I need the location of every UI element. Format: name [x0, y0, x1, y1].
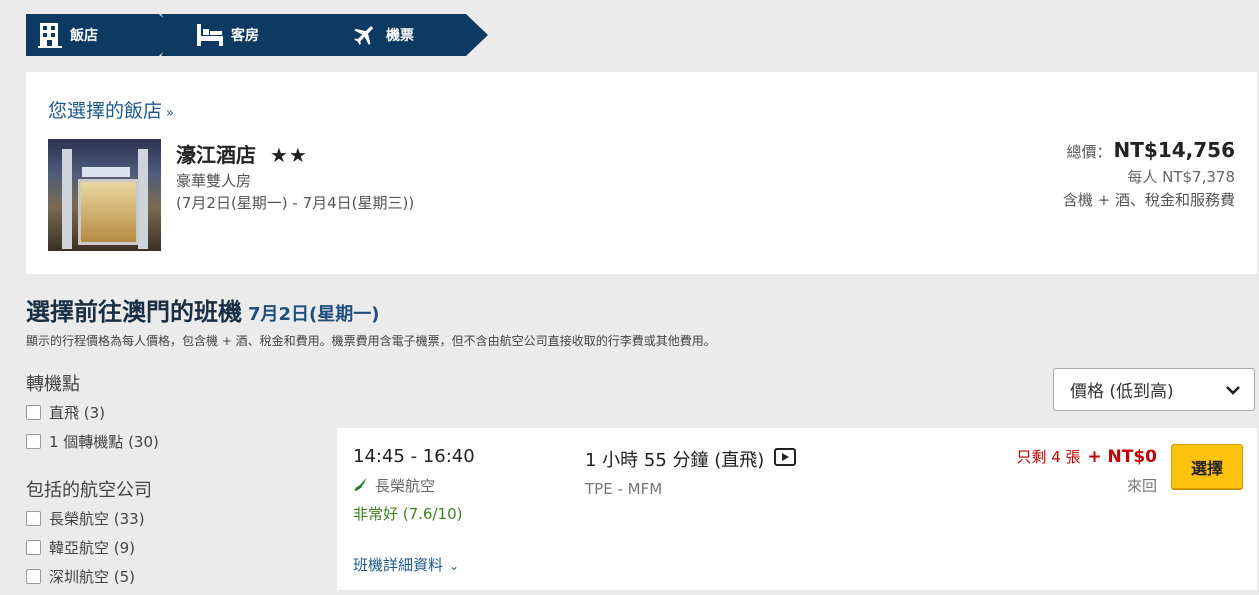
flight-details-label: 班機詳細資料 [353, 556, 444, 574]
flight-price: 只剩 4 張 + NT$0 來回 [1016, 446, 1157, 496]
step-hotel[interactable]: 飯店 [26, 14, 181, 56]
step-room[interactable]: 客房 [161, 14, 341, 56]
filter-airline-asiana[interactable]: 韓亞航空 (9) [26, 537, 135, 558]
hotel-price-summary: 總價： NT$14,756 每人 NT$7,378 含機 + 酒、稅金和服務費 [1063, 138, 1235, 210]
airline-name: 長榮航空 [375, 477, 436, 495]
flight-duration: 1 小時 55 分鐘 (直飛) [585, 446, 797, 472]
filter-nonstop-label: 直飛 (3) [49, 404, 106, 422]
selected-hotel-toggle[interactable]: 您選擇的飯店» [48, 96, 174, 123]
airlines-filter-heading: 包括的航空公司 [26, 480, 152, 501]
step-flight[interactable]: 機票 [318, 14, 488, 56]
section-date: 7月2日(星期一) [248, 304, 380, 325]
filter-airline-shenzhen-label: 深圳航空 (5) [49, 568, 136, 586]
chevron-down-icon: ⌄ [449, 559, 460, 573]
hotel-photo [48, 139, 161, 251]
video-icon[interactable] [774, 447, 797, 471]
duration-text: 1 小時 55 分鐘 (直飛) [585, 450, 765, 471]
flight-details-link[interactable]: 班機詳細資料 ⌄ [353, 554, 459, 575]
bed-icon [197, 24, 223, 46]
filter-airline-shenzhen[interactable]: 深圳航空 (5) [26, 566, 135, 587]
page-title: 選擇前往澳門的班機 7月2日(星期一) [26, 292, 380, 327]
per-person-price: 每人 NT$7,378 [1127, 168, 1235, 186]
select-flight-button[interactable]: 選擇 [1171, 444, 1243, 489]
filter-airline-eva-label: 長榮航空 (33) [49, 510, 145, 528]
checkbox[interactable] [26, 405, 41, 420]
price-note: 顯示的行程價格為每人價格，包含機 + 酒、稅金和費用。機票費用含電子機票，但不含… [26, 334, 716, 348]
airplane-icon [352, 22, 378, 48]
star-rating: ★★ [270, 143, 308, 167]
double-chevron-down-icon: » [166, 106, 174, 121]
stops-filter-heading: 轉機點 [26, 374, 80, 395]
step-flight-label: 機票 [386, 28, 414, 44]
step-room-label: 客房 [231, 28, 259, 44]
price-delta: + NT$0 [1087, 447, 1157, 467]
airline-logo-icon [353, 476, 369, 496]
hotel-name: 濠江酒店 ★★ [176, 139, 308, 168]
sort-select[interactable]: 價格 (低到高) [1053, 368, 1255, 411]
total-label: 總價： [1066, 143, 1112, 161]
selected-hotel-heading: 您選擇的飯店 [48, 100, 163, 122]
room-type: 豪華雙人房 [176, 172, 252, 190]
flight-price-line: 只剩 4 張 + NT$0 [1016, 446, 1157, 467]
sort-selected-value: 價格 (低到高) [1070, 382, 1174, 402]
stay-dates: (7月2日(星期一) - 7月4日(星期三)) [176, 194, 415, 212]
building-icon [38, 22, 62, 48]
checkbox[interactable] [26, 540, 41, 555]
flight-rating: 非常好 (7.6/10) [353, 505, 463, 523]
selected-hotel-card: 您選擇的飯店» 濠江酒店 ★★ 豪華雙人房 (7月2日(星期一) - 7月4日(星… [26, 72, 1257, 274]
total-price: 總價： NT$14,756 [1063, 138, 1236, 162]
filter-one-stop-label: 1 個轉機點 (30) [49, 433, 159, 451]
seats-left: 只剩 4 張 [1016, 448, 1081, 466]
hotel-name-text: 濠江酒店 [176, 143, 256, 167]
total-value: NT$14,756 [1113, 138, 1235, 162]
filter-airline-asiana-label: 韓亞航空 (9) [49, 539, 136, 557]
filter-nonstop[interactable]: 直飛 (3) [26, 402, 105, 423]
checkbox[interactable] [26, 569, 41, 584]
step-hotel-label: 飯店 [70, 28, 98, 44]
checkbox[interactable] [26, 434, 41, 449]
trip-type: 來回 [1126, 477, 1157, 495]
filter-airline-eva[interactable]: 長榮航空 (33) [26, 508, 145, 529]
price-includes: 含機 + 酒、稅金和服務費 [1062, 191, 1235, 209]
flight-route: TPE - MFM [585, 480, 663, 498]
filter-one-stop[interactable]: 1 個轉機點 (30) [26, 431, 159, 452]
flight-airline: 長榮航空 [353, 475, 435, 496]
flight-result-card[interactable]: 14:45 - 16:40 長榮航空 非常好 (7.6/10) 1 小時 55 … [337, 428, 1257, 590]
chevron-down-icon [1226, 380, 1240, 400]
flight-times: 14:45 - 16:40 [353, 446, 475, 467]
section-title: 選擇前往澳門的班機 [26, 298, 242, 326]
checkbox[interactable] [26, 511, 41, 526]
